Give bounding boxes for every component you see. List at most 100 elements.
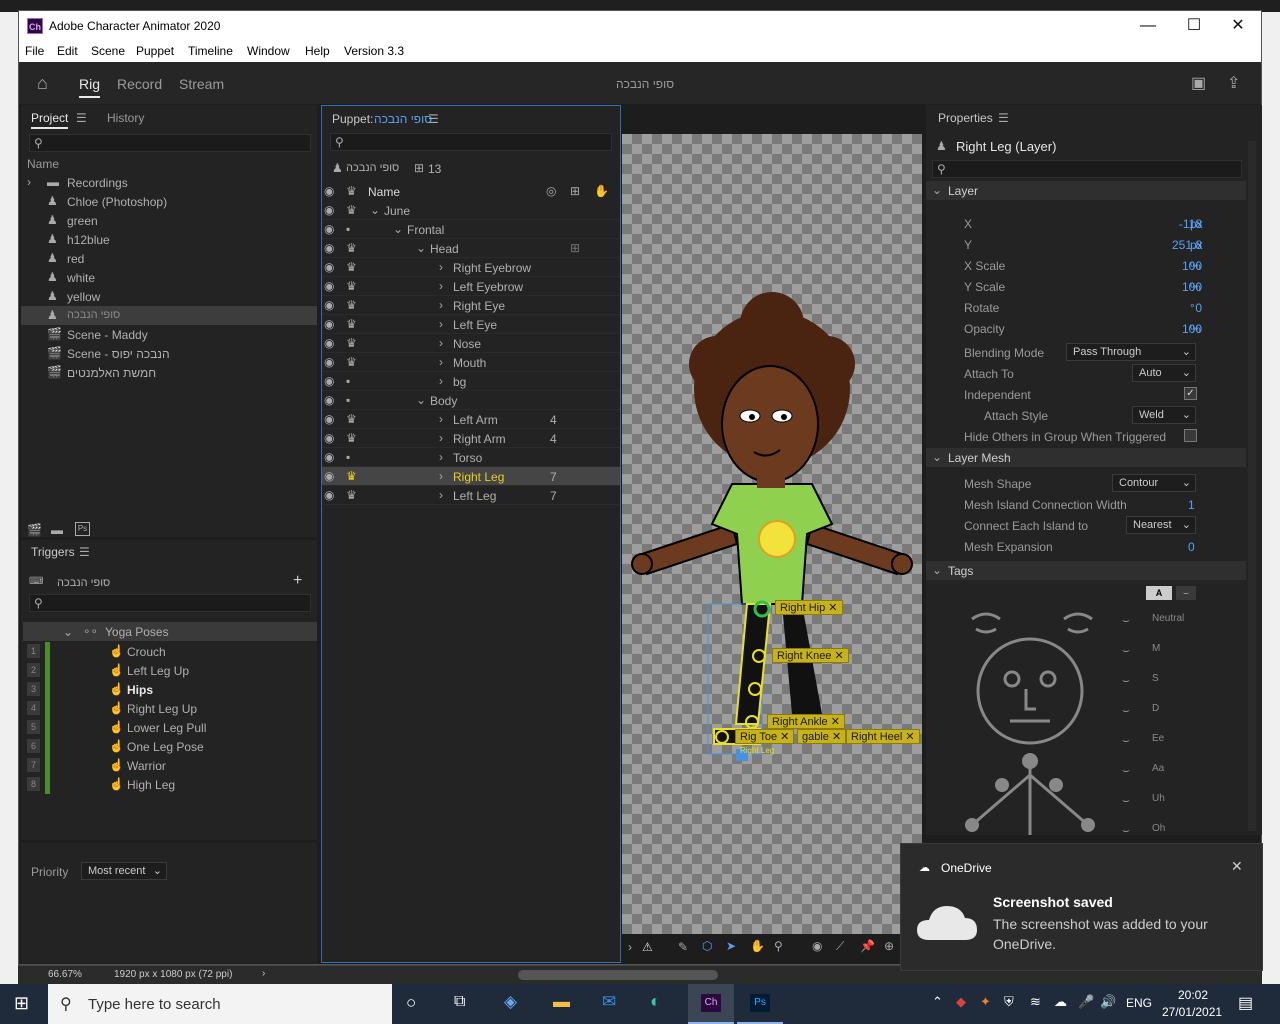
tags-section-header[interactable]: ⌄ Tags	[926, 561, 1246, 580]
menu-timeline[interactable]: Timeline	[188, 44, 233, 58]
layer-row[interactable]: ◉ ♛ › Right Leg 7	[322, 467, 620, 486]
chevron-down-icon[interactable]: ⌄	[416, 393, 426, 407]
trigger-item[interactable]: 4 ☝ Right Leg Up	[21, 699, 317, 718]
clock-date[interactable]: 27/01/2021	[1162, 1005, 1222, 1019]
hide-others-checkbox[interactable]	[1184, 429, 1197, 442]
crown-icon[interactable]: ♛	[346, 241, 357, 255]
attach-to-select[interactable]: Auto ⌄	[1132, 364, 1196, 382]
tray-app-icon[interactable]: ◆	[956, 994, 966, 1010]
chevron-down-icon[interactable]: ⌄	[393, 222, 403, 236]
connect-island-select[interactable]: Nearest ⌄	[1126, 516, 1196, 534]
properties-menu-icon[interactable]: ☰	[998, 111, 1009, 125]
toast-close-icon[interactable]: ✕	[1231, 858, 1243, 875]
eye-icon[interactable]: ◉	[324, 279, 334, 293]
maximize-icon[interactable]: ☐	[1171, 11, 1217, 41]
layer-row[interactable]: ◉ ♛ › Left Eye	[322, 315, 620, 334]
crown-icon[interactable]: ♛	[346, 317, 357, 331]
ps-scrollbar[interactable]	[518, 970, 718, 980]
chevron-right-icon[interactable]: ›	[439, 412, 443, 426]
trigger-item[interactable]: 8 ☝ High Leg	[21, 775, 317, 794]
project-item[interactable]: ♟ h12blue	[21, 230, 317, 249]
tab-stream[interactable]: Stream	[179, 76, 224, 92]
eye-icon[interactable]: ◉	[324, 222, 334, 236]
chevron-right-icon[interactable]: ›	[439, 298, 443, 312]
tag-right-hip[interactable]: Right Hip ✕	[775, 600, 843, 615]
tray-fox-icon[interactable]: ✦	[980, 994, 991, 1010]
menu-scene[interactable]: Scene	[91, 44, 125, 58]
layer-row[interactable]: ◉ ▪ ⌄ Frontal	[322, 220, 620, 239]
task-view-icon[interactable]: ⧉	[454, 993, 465, 1011]
tag-toe[interactable]: Rig Toe ✕	[735, 729, 795, 744]
crown-icon[interactable]: ♛	[346, 260, 357, 274]
tray-shield-icon[interactable]: ⛨	[1004, 994, 1014, 1010]
project-menu-icon[interactable]: ☰	[76, 111, 87, 125]
priority-select[interactable]: Most recent ⌄	[81, 862, 167, 880]
viseme-label[interactable]: Oh	[1152, 823, 1165, 834]
eye-icon[interactable]: ◉	[324, 488, 334, 502]
tab-history[interactable]: History	[107, 111, 144, 125]
chevron-right-icon[interactable]: ›	[262, 968, 265, 979]
crown-icon[interactable]: ♛	[346, 469, 357, 483]
attach-style-select[interactable]: Weld ⌄	[1132, 406, 1196, 424]
vscode-icon[interactable]: ◈	[504, 992, 517, 1012]
chevron-right-icon[interactable]: ›	[439, 431, 443, 445]
triggers-menu-icon[interactable]: ☰	[79, 545, 90, 559]
eye-icon[interactable]: ◉	[324, 374, 334, 388]
tray-chevron-icon[interactable]: ⌃	[932, 994, 943, 1010]
viseme-label[interactable]: Aa	[1152, 763, 1164, 774]
layer-row[interactable]: ◉ ♛ › Right Arm 4	[322, 429, 620, 448]
viseme-label[interactable]: Uh	[1152, 793, 1165, 804]
chevron-right-icon[interactable]: ›	[439, 317, 443, 331]
eye-icon[interactable]: ◉	[324, 393, 334, 407]
eye-icon[interactable]: ◉	[324, 469, 334, 483]
tag-right-knee[interactable]: Right Knee ✕	[772, 648, 849, 663]
origin-tool-icon[interactable]: ◉	[812, 939, 822, 953]
chevron-down-icon[interactable]: ⌄	[416, 241, 426, 255]
trigger-item[interactable]: 6 ☝ One Leg Pose	[21, 737, 317, 756]
eye-icon[interactable]: ◉	[324, 431, 334, 445]
empty-crown-slot[interactable]: ▪	[346, 222, 350, 236]
zoom-tool-icon[interactable]: ⚲	[774, 939, 783, 953]
project-item[interactable]: ♟ red	[21, 249, 317, 268]
chevron-right-icon[interactable]: ›	[439, 279, 443, 293]
layer-row[interactable]: ◉ ♛ ⌄ Head ⊞	[322, 239, 620, 258]
photoshop-icon[interactable]: Ps	[75, 522, 90, 536]
close-icon[interactable]: ✕	[1215, 11, 1261, 41]
notifications-icon[interactable]: ▤	[1238, 993, 1253, 1013]
onedrive-toast[interactable]: ☁ OneDrive ✕ Screenshot saved The screen…	[900, 843, 1263, 971]
pen-tool-icon[interactable]: ✎	[678, 940, 688, 954]
menu-version[interactable]: Version 3.3	[344, 44, 404, 58]
triggers-search-input[interactable]: ⚲	[29, 594, 311, 612]
home-icon[interactable]: ⌂	[37, 73, 48, 94]
mesh-shape-select[interactable]: Contour ⌄	[1112, 474, 1196, 492]
rig-canvas[interactable]: Right Hip ✕ Right Knee ✕ Right Ankle ✕ R…	[622, 134, 922, 934]
clock-time[interactable]: 20:02	[1178, 988, 1208, 1002]
chevron-down-icon[interactable]: ⌄	[370, 203, 380, 217]
viseme-label[interactable]: M	[1152, 643, 1160, 654]
tab-rig[interactable]: Rig	[79, 76, 101, 98]
property-value[interactable]: 0	[1195, 301, 1202, 315]
menu-file[interactable]: File	[25, 44, 44, 58]
crown-icon[interactable]: ♛	[346, 298, 357, 312]
project-item[interactable]: 🎬 Scene - Maddy	[21, 325, 317, 344]
properties-search-input[interactable]: ⚲	[932, 160, 1242, 178]
viseme-label[interactable]: Neutral	[1152, 613, 1184, 624]
tag-right-ankle[interactable]: Right Ankle ✕	[767, 714, 845, 729]
tab-project[interactable]: Project	[31, 111, 69, 129]
trigger-item[interactable]: 5 ☝ Lower Leg Pull	[21, 718, 317, 737]
eye-icon[interactable]: ◉	[324, 203, 334, 217]
layer-row[interactable]: ◉ ♛ › Left Leg 7	[322, 486, 620, 505]
puppet-menu-icon[interactable]: ☰	[428, 112, 439, 126]
puppet-search-input[interactable]: ⚲	[330, 133, 612, 151]
pin-tool-icon[interactable]: 📌	[860, 939, 875, 953]
share-icon[interactable]: ⇪	[1227, 73, 1240, 93]
taskbar-character-animator[interactable]: Ch	[688, 984, 734, 1024]
menu-puppet[interactable]: Puppet	[136, 44, 174, 58]
chevron-right-icon[interactable]: ›	[27, 175, 31, 189]
zoom-level[interactable]: 66.67%	[48, 969, 82, 980]
project-item[interactable]: ♟ green	[21, 211, 317, 230]
empty-crown-slot[interactable]: ▪	[346, 450, 350, 464]
volume-icon[interactable]: 🔊	[1100, 994, 1116, 1010]
empty-crown-slot[interactable]: ▪	[346, 393, 350, 407]
feedback-icon[interactable]: ▣	[1191, 73, 1206, 93]
